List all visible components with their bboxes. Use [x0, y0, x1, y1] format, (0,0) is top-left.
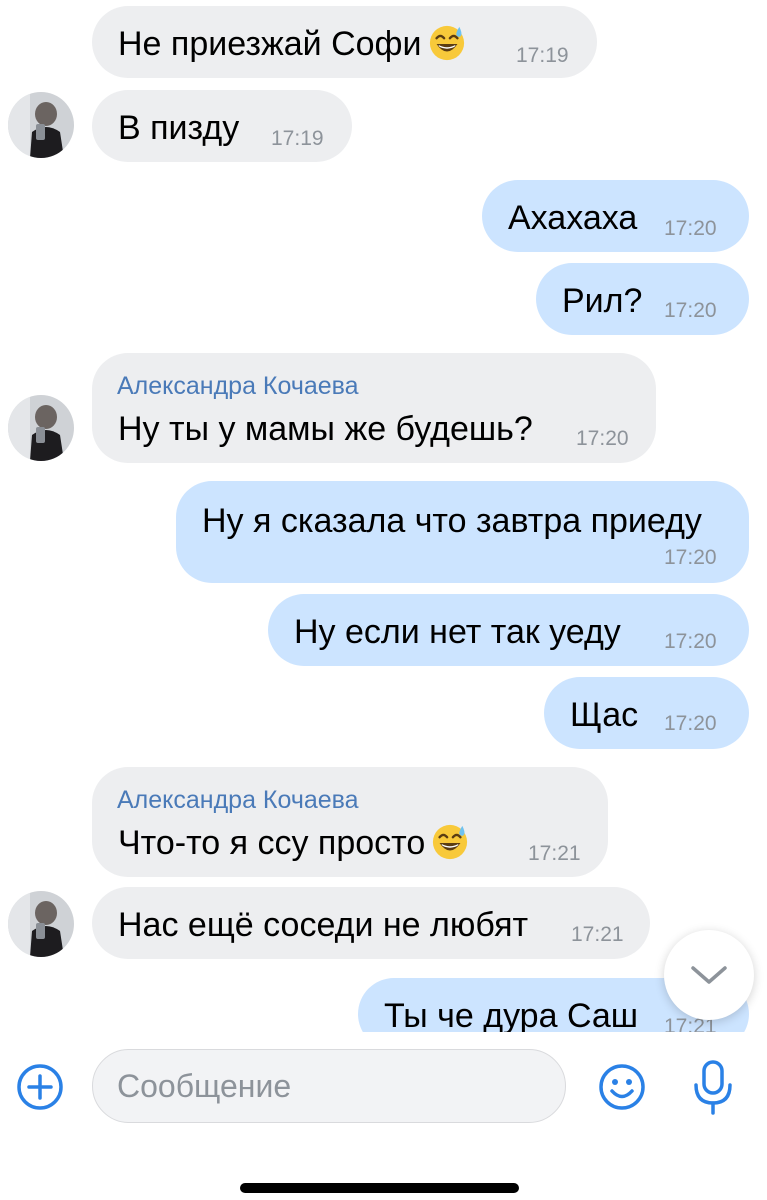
message-time: 17:19: [516, 44, 569, 67]
message-text: Ахахаха: [508, 199, 638, 237]
sender-avatar[interactable]: [8, 891, 74, 957]
message-text: Ты че дура Саш: [384, 997, 639, 1032]
message-time: 17:20: [664, 712, 717, 735]
emoji-button[interactable]: [595, 1060, 649, 1114]
sweat-smile-emoji-icon: [433, 824, 468, 860]
message-text: Рил?: [562, 282, 643, 320]
microphone-icon: [694, 1060, 732, 1115]
sender-name[interactable]: Александра Кочаева: [117, 785, 359, 815]
message-bubble-outgoing[interactable]: Ахахаха 17:20: [482, 180, 749, 252]
message-composer: [0, 1032, 767, 1200]
message-bubble-incoming[interactable]: В пизду 17:19: [92, 90, 352, 162]
scroll-to-bottom-button[interactable]: [664, 930, 754, 1020]
message-text: Что-то я ссу просто: [118, 823, 469, 864]
home-indicator[interactable]: [240, 1183, 519, 1193]
message-bubble-outgoing[interactable]: Щас 17:20: [544, 677, 749, 749]
message-time: 17:20: [664, 299, 717, 322]
message-text: Нас ещё соседи не любят: [118, 906, 529, 944]
message-time: 17:21: [528, 842, 581, 865]
message-time: 17:19: [271, 127, 324, 150]
message-bubble-outgoing[interactable]: Рил? 17:20: [536, 263, 749, 335]
message-bubble-incoming[interactable]: Александра Кочаева Что-то я ссу просто 1…: [92, 767, 608, 877]
avatar-photo-icon: [8, 891, 74, 957]
sweat-smile-emoji-icon: [429, 25, 464, 61]
avatar-photo-icon: [8, 92, 74, 158]
plus-circle-icon: [17, 1064, 63, 1110]
message-time: 17:20: [664, 217, 717, 240]
message-input[interactable]: [92, 1049, 566, 1123]
chat-screen: Не приезжай Софи 17:19 В пизду 17:19 Аха…: [0, 0, 767, 1200]
message-bubble-incoming[interactable]: Не приезжай Софи 17:19: [92, 6, 597, 78]
message-time: 17:20: [576, 427, 629, 450]
message-time: 17:20: [664, 546, 717, 569]
message-bubble-incoming[interactable]: Нас ещё соседи не любят 17:21: [92, 887, 650, 959]
attach-button[interactable]: [14, 1061, 66, 1113]
message-list[interactable]: Не приезжай Софи 17:19 В пизду 17:19 Аха…: [0, 0, 767, 1032]
message-text: Щас: [570, 696, 639, 734]
sender-avatar[interactable]: [8, 92, 74, 158]
chevron-down-icon: [691, 966, 727, 984]
sender-name[interactable]: Александра Кочаева: [117, 371, 359, 401]
message-bubble-outgoing[interactable]: Ну я сказала что завтра приеду 17:20: [176, 481, 749, 583]
message-text: Ну я сказала что завтра приеду: [202, 502, 702, 540]
message-text: Ну ты у мамы же будешь?: [118, 410, 533, 448]
message-text: Не приезжай Софи: [118, 24, 466, 65]
message-time: 17:21: [571, 923, 624, 946]
sender-avatar[interactable]: [8, 395, 74, 461]
message-bubble-outgoing[interactable]: Ну если нет так уеду 17:20: [268, 594, 749, 666]
message-time: 17:20: [664, 630, 717, 653]
message-bubble-incoming[interactable]: Александра Кочаева Ну ты у мамы же будеш…: [92, 353, 656, 463]
smiley-icon: [599, 1064, 645, 1110]
message-text: В пизду: [118, 109, 240, 147]
message-text: Ну если нет так уеду: [294, 613, 621, 651]
avatar-photo-icon: [8, 395, 74, 461]
voice-message-button[interactable]: [686, 1057, 740, 1119]
